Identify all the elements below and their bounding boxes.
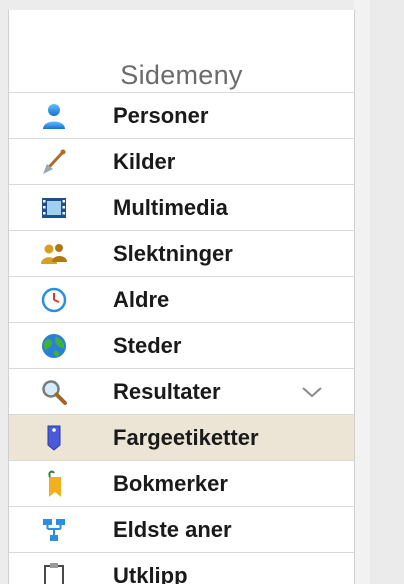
sidebar-item-label: Multimedia [113,194,228,220]
tag-icon [39,423,69,453]
sidebar-item-utklipp[interactable]: Utklipp [9,552,354,584]
sidebar-item-eldste-aner[interactable]: Eldste aner [9,506,354,552]
sidebar-item-label: Steder [113,332,182,358]
sidebar-item-slektninger[interactable]: Slektninger [9,230,354,276]
relatives-icon [39,239,69,269]
sidebar-item-steder[interactable]: Steder [9,322,354,368]
sidebar-item-label: Aldre [113,286,170,312]
globe-icon [39,331,69,361]
sidebar-item-label: Utklipp [113,562,188,584]
sidebar-item-label: Fargeetiketter [113,424,259,450]
sidebar-item-label: Resultater [113,378,221,404]
sidebar-item-label: Bokmerker [113,470,228,496]
sidebar-item-label: Eldste aner [113,516,232,542]
sidebar-item-kilder[interactable]: Kilder [9,138,354,184]
person-icon [39,101,69,131]
sidebar-item-label: Personer [113,102,209,128]
clipboard-icon [39,561,69,584]
sidebar-title: Sidemeny [120,60,243,90]
tree-icon [39,515,69,545]
shovel-icon [39,147,69,177]
clock-icon [39,285,69,315]
magnifier-icon [39,377,69,407]
sidebar-item-aldre[interactable]: Aldre [9,276,354,322]
content-panel [370,0,404,584]
sidebar-item-resultater[interactable]: Resultater [9,368,354,414]
sidebar-item-multimedia[interactable]: Multimedia [9,184,354,230]
sidebar-item-bokmerker[interactable]: Bokmerker [9,460,354,506]
sidebar-item-fargeetiketter[interactable]: Fargeetiketter [9,414,354,460]
sidebar-item-personer[interactable]: Personer [9,92,354,138]
sidebar-list: Personer Kilder Multimedia Slektninger A… [9,92,354,584]
sidebar-item-label: Slektninger [113,240,233,266]
chevron-down-icon[interactable] [297,382,327,402]
filmstrip-icon [39,193,69,223]
bookmark-icon [39,469,69,499]
sidebar-item-label: Kilder [113,148,176,174]
sidebar: Sidemeny Personer Kilder Multimedia Slek… [8,10,355,584]
